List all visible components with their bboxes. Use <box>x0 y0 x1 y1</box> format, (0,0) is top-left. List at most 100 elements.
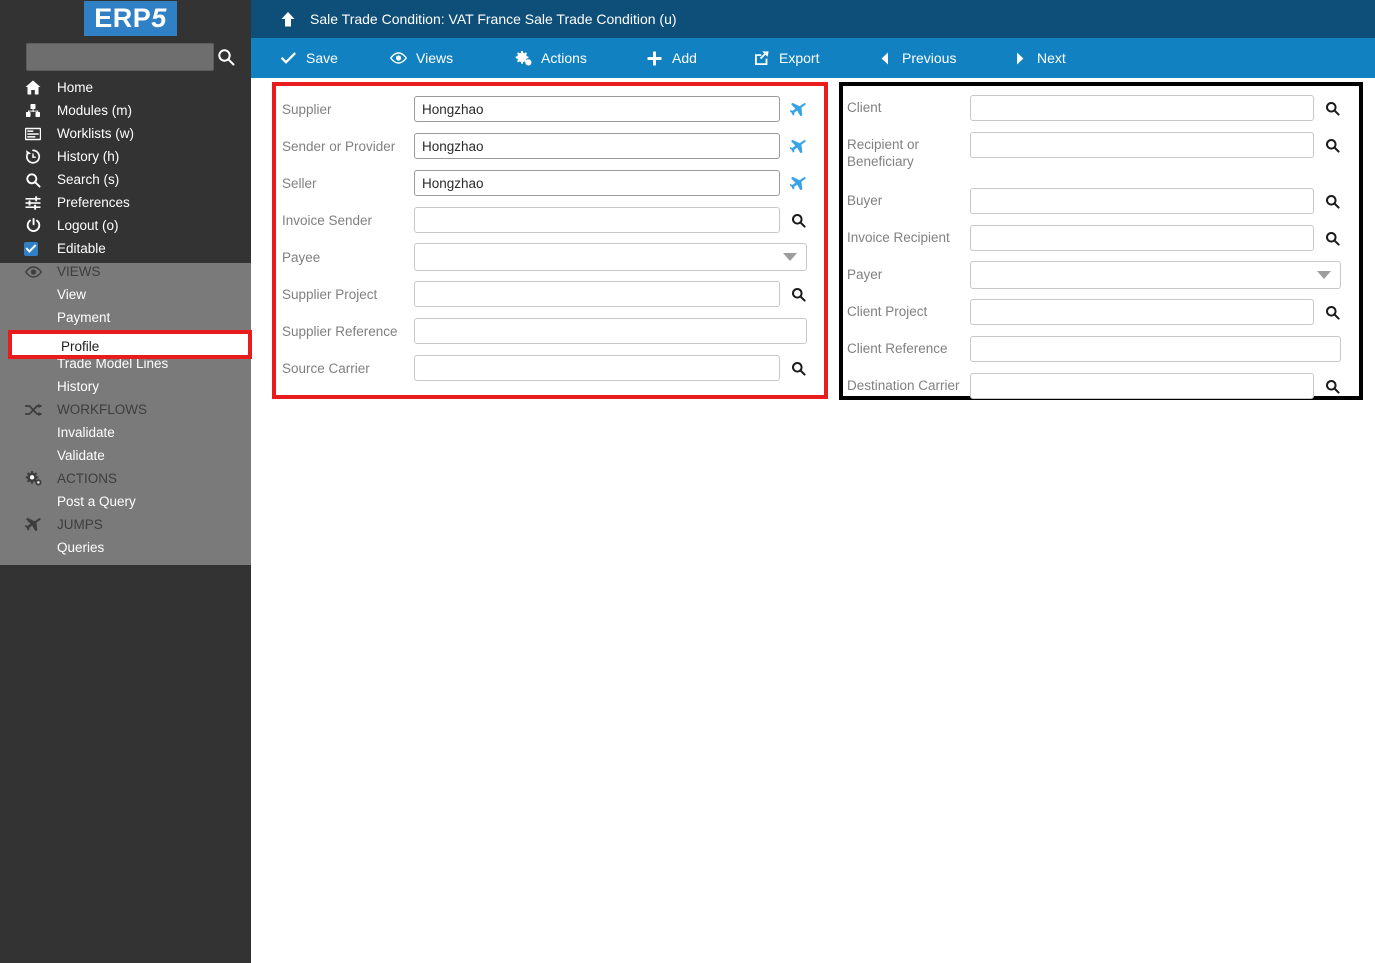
sidebar-item-modules-m-label: Modules (m) <box>57 103 133 118</box>
sidebar-item-view-label: View <box>57 287 87 302</box>
field-label-client: Client <box>847 100 882 115</box>
field-input-invoice-recipient[interactable] <box>970 225 1314 251</box>
field-input-sender-or-provider[interactable] <box>414 133 780 159</box>
sidebar-item-history-h-label: History (h) <box>57 149 120 164</box>
logo-text-suffix: 5 <box>151 3 167 33</box>
field-row-invoice-recipient: Invoice Recipient <box>843 221 1359 258</box>
search-icon[interactable] <box>789 359 807 377</box>
search-input[interactable] <box>26 43 214 71</box>
sidebar-item-preferences[interactable]: Preferences <box>0 191 251 214</box>
arrow-up-icon[interactable] <box>280 11 296 27</box>
field-input-source-carrier[interactable] <box>414 355 780 381</box>
sidebar-item-history-h[interactable]: History (h) <box>0 145 251 168</box>
client-side-panel: Client Recipient or Beneficiary Buyer Invoi… <box>839 82 1363 400</box>
field-label-supplier: Supplier <box>282 102 332 117</box>
field-select-payee[interactable] <box>414 243 807 271</box>
search-icon[interactable] <box>1323 99 1341 117</box>
field-input-invoice-sender[interactable] <box>414 207 780 233</box>
plane-icon[interactable] <box>789 100 807 118</box>
toolbar-save-button[interactable]: Save <box>280 38 338 78</box>
sidebar-item-post-a-query-label: Post a Query <box>57 494 136 509</box>
sidebar-item-view[interactable]: View <box>0 283 251 306</box>
field-input-client[interactable] <box>970 95 1314 121</box>
sidebar-item-home[interactable]: Home <box>0 76 251 99</box>
sidebar-item-home-label: Home <box>57 80 94 95</box>
preferences-icon <box>24 195 42 211</box>
search-icon[interactable] <box>789 285 807 303</box>
field-select-payer[interactable] <box>970 261 1341 289</box>
eye-icon <box>390 50 407 66</box>
search-icon[interactable] <box>216 47 236 67</box>
gears-icon <box>24 471 42 487</box>
sidebar-item-invalidate-label: Invalidate <box>57 425 115 440</box>
field-row-source-carrier: Source Carrier <box>276 351 824 388</box>
page-title: Sale Trade Condition: VAT France Sale Tr… <box>310 11 677 27</box>
field-label-client-reference: Client Reference <box>847 341 948 356</box>
search-icon[interactable] <box>1323 136 1341 154</box>
field-row-seller: Seller <box>276 166 824 203</box>
field-input-supplier[interactable] <box>414 96 780 122</box>
toolbar-previous-button[interactable]: Previous <box>876 38 956 78</box>
chevron-down-icon <box>783 253 797 261</box>
search-icon[interactable] <box>1323 229 1341 247</box>
toolbar-export-button[interactable]: Export <box>753 38 819 78</box>
sidebar-item-payment[interactable]: Payment <box>0 306 251 329</box>
field-label-payer: Payer <box>847 267 883 282</box>
search-icon[interactable] <box>1323 377 1341 395</box>
field-input-buyer[interactable] <box>970 188 1314 214</box>
sidebar-group-jumps-label: JUMPS <box>57 517 103 532</box>
field-input-client-reference[interactable] <box>970 336 1341 362</box>
sidebar-item-logout-o[interactable]: Logout (o) <box>0 214 251 237</box>
plane-icon[interactable] <box>789 137 807 155</box>
sidebar-item-queries[interactable]: Queries <box>0 536 251 559</box>
sidebar: ERP5 Home Modules (m) Worklists (w) History… <box>0 0 252 963</box>
sidebar-item-editable[interactable]: Editable <box>0 237 251 260</box>
action-toolbar: Save Views Actions Add Export Previous Next <box>251 38 1375 78</box>
field-input-destination-carrier[interactable] <box>970 373 1314 399</box>
home-icon <box>24 80 42 96</box>
field-input-client-project[interactable] <box>970 299 1314 325</box>
field-row-client-project: Client Project <box>843 295 1359 332</box>
field-input-supplier-project[interactable] <box>414 281 780 307</box>
toolbar-views-button[interactable]: Views <box>390 38 453 78</box>
gears-icon <box>515 50 532 66</box>
sidebar-item-post-a-query[interactable]: Post a Query <box>0 490 251 513</box>
check-icon <box>280 50 297 66</box>
checkbox-checked-icon[interactable] <box>24 241 38 256</box>
field-row-client-reference: Client Reference <box>843 332 1359 369</box>
field-row-supplier-project: Supplier Project <box>276 277 824 314</box>
worklists-icon <box>24 126 42 142</box>
sidebar-item-profile-label: Profile <box>61 339 100 354</box>
plane-icon[interactable] <box>789 174 807 192</box>
sidebar-group-actions: ACTIONS <box>0 467 251 490</box>
field-input-supplier-reference[interactable] <box>414 318 807 344</box>
field-label-client-project: Client Project <box>847 304 928 319</box>
erp5-logo[interactable]: ERP5 <box>84 1 177 36</box>
sidebar-item-worklists-w[interactable]: Worklists (w) <box>0 122 251 145</box>
sidebar-group-workflows-label: WORKFLOWS <box>57 402 147 417</box>
sidebar-item-invalidate[interactable]: Invalidate <box>0 421 251 444</box>
toolbar-add-label: Add <box>672 50 697 66</box>
sidebar-item-profile-highlight[interactable]: Profile <box>8 330 252 359</box>
sidebar-item-validate[interactable]: Validate <box>0 444 251 467</box>
caret-right-icon <box>1011 50 1028 66</box>
field-label-recipient-or-beneficiary: Recipient or Beneficiary <box>847 137 920 169</box>
search-icon[interactable] <box>1323 192 1341 210</box>
sidebar-item-search-s-label: Search (s) <box>57 172 120 187</box>
sidebar-item-history-label: History <box>57 379 100 394</box>
field-label-buyer: Buyer <box>847 193 883 208</box>
sidebar-item-modules-m[interactable]: Modules (m) <box>0 99 251 122</box>
sidebar-item-history[interactable]: History <box>0 375 251 398</box>
field-input-recipient-or-beneficiary[interactable] <box>970 132 1314 158</box>
search-icon[interactable] <box>789 211 807 229</box>
toolbar-next-button[interactable]: Next <box>1011 38 1066 78</box>
power-icon <box>24 218 42 234</box>
logo-text-prefix: ERP <box>94 3 152 33</box>
field-input-seller[interactable] <box>414 170 780 196</box>
search-icon[interactable] <box>1323 303 1341 321</box>
field-label-source-carrier: Source Carrier <box>282 361 370 376</box>
toolbar-add-button[interactable]: Add <box>646 38 697 78</box>
modules-icon <box>24 103 42 119</box>
toolbar-actions-button[interactable]: Actions <box>515 38 587 78</box>
sidebar-item-search-s[interactable]: Search (s) <box>0 168 251 191</box>
